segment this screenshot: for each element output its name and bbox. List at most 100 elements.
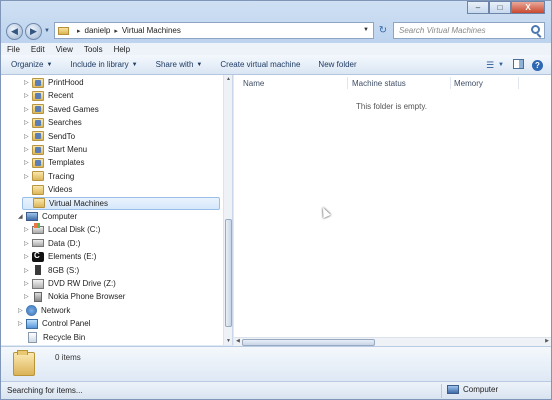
scrollbar-thumb[interactable]: [225, 219, 232, 327]
expand-arrow-icon[interactable]: ▷: [24, 119, 32, 126]
tree-item[interactable]: ▷ Templates: [24, 156, 84, 169]
menu-view[interactable]: View: [56, 45, 73, 54]
expand-arrow-icon[interactable]: ▷: [24, 106, 32, 113]
expand-arrow-icon[interactable]: ▷: [24, 240, 32, 247]
search-icon[interactable]: [531, 25, 540, 34]
forward-button[interactable]: ▶: [25, 23, 42, 40]
tree-item[interactable]: ◢ Computer: [18, 210, 77, 223]
new-folder-button[interactable]: New folder: [318, 60, 356, 69]
organize-button[interactable]: Organize ▼: [11, 60, 52, 69]
tree-item-label: Recycle Bin: [43, 332, 86, 342]
expand-arrow-icon[interactable]: ▷: [24, 146, 32, 153]
system-drive-icon: [32, 222, 44, 234]
search-input[interactable]: Search Virtual Machines: [393, 22, 545, 39]
menu-edit[interactable]: Edit: [31, 45, 45, 54]
tree-item[interactable]: ▷ Tracing: [24, 170, 74, 183]
tree-item-label: Network: [41, 305, 71, 315]
status-zone-label: Computer: [463, 385, 499, 394]
preview-pane-button[interactable]: [513, 59, 524, 71]
tree-item-label: Tracing: [48, 171, 75, 181]
tree-item[interactable]: ▷ Start Menu: [24, 143, 87, 156]
column-header-machine-status[interactable]: Machine status: [352, 79, 406, 88]
menu-file[interactable]: File: [7, 45, 20, 54]
navigation-pane[interactable]: ▲ ▼ ▷ PrintHood ▷ Recent ▷ Saved Games ▷ Search…: [1, 75, 233, 345]
tree-item[interactable]: ▷ Control Panel: [18, 317, 90, 330]
maximize-button[interactable]: □: [489, 1, 511, 14]
column-header-memory[interactable]: Memory: [454, 79, 483, 88]
change-view-icon[interactable]: ☰: [483, 59, 497, 71]
preview-pane-icon: [513, 59, 524, 69]
expand-arrow-icon[interactable]: ▷: [18, 320, 26, 327]
tree-item[interactable]: ▷ 8GB (S:): [24, 264, 79, 277]
tree-item[interactable]: ▷ DVD RW Drive (Z:): [24, 277, 116, 290]
scroll-left-icon[interactable]: ◀: [236, 338, 240, 344]
tree-item-label: Searches: [48, 118, 82, 128]
recent-pages-dropdown[interactable]: ▼: [44, 28, 50, 34]
back-button[interactable]: ◀: [6, 23, 23, 40]
computer-icon: [26, 212, 38, 221]
chevron-right-icon[interactable]: ▸: [77, 27, 81, 35]
folder-icon: [13, 350, 35, 376]
expand-arrow-icon[interactable]: ▷: [24, 92, 32, 99]
minimize-button[interactable]: –: [467, 1, 489, 14]
expand-arrow-icon[interactable]: ▷: [24, 133, 32, 140]
tree-item[interactable]: ▷ Saved Games: [24, 103, 99, 116]
scroll-up-icon[interactable]: ▲: [224, 76, 232, 82]
column-divider[interactable]: [347, 77, 348, 89]
tree-item[interactable]: ▷ Network: [18, 304, 70, 317]
file-list[interactable]: Name Machine status Memory This folder i…: [234, 75, 551, 346]
tree-item[interactable]: ▷ Searches: [24, 116, 82, 129]
scrollbar-thumb[interactable]: [242, 339, 375, 346]
tree-item[interactable]: ▷ Elements (E:): [24, 250, 96, 263]
share-with-button[interactable]: Share with ▼: [156, 60, 203, 69]
expand-arrow-icon[interactable]: ▷: [24, 173, 32, 180]
tree-item[interactable]: Videos: [24, 183, 72, 196]
tree-item-label: SendTo: [48, 131, 76, 141]
breadcrumb-current[interactable]: Virtual Machines: [122, 26, 181, 35]
tree-item[interactable]: Recycle Bin: [18, 331, 85, 344]
expand-arrow-icon[interactable]: ▷: [24, 267, 32, 274]
view-options-dropdown-icon[interactable]: ▼: [497, 59, 505, 71]
column-divider[interactable]: [518, 77, 519, 89]
expand-arrow-icon[interactable]: ▷: [24, 293, 32, 300]
address-dropdown-icon[interactable]: ▼: [363, 27, 369, 33]
tree-item[interactable]: Virtual Machines: [22, 196, 220, 210]
expand-arrow-icon[interactable]: ▷: [24, 159, 32, 166]
chevron-right-icon[interactable]: ▸: [114, 27, 118, 35]
horizontal-scrollbar[interactable]: ◀ ▶: [234, 337, 551, 346]
expand-arrow-icon[interactable]: ▷: [24, 226, 32, 233]
tree-item[interactable]: ▷ Recent: [24, 89, 73, 102]
tree-item[interactable]: ▷ Data (D:): [24, 237, 80, 250]
include-in-library-button[interactable]: Include in library ▼: [70, 60, 137, 69]
expand-arrow-icon[interactable]: ▷: [24, 253, 32, 260]
close-button[interactable]: X: [511, 1, 545, 14]
tree-item-label: Templates: [48, 158, 85, 168]
menu-tools[interactable]: Tools: [84, 45, 103, 54]
tree-item[interactable]: ▷ SendTo: [24, 130, 75, 143]
help-button[interactable]: ?: [532, 59, 543, 71]
navigation-scrollbar[interactable]: ▲ ▼: [223, 75, 232, 345]
expand-arrow-icon[interactable]: ▷: [24, 280, 32, 287]
column-divider[interactable]: [450, 77, 451, 89]
tree-item-label: Elements (E:): [48, 252, 97, 262]
menu-help[interactable]: Help: [114, 45, 130, 54]
folder-special-icon: [32, 90, 44, 101]
scroll-down-icon[interactable]: ▼: [224, 338, 232, 344]
tree-item[interactable]: ▷ Nokia Phone Browser: [24, 290, 125, 303]
tree-item-label: Data (D:): [48, 238, 81, 248]
tree-item[interactable]: ▷ Local Disk (C:): [24, 222, 100, 236]
expand-arrow-icon[interactable]: ▷: [24, 79, 32, 86]
column-header-name[interactable]: Name: [243, 79, 264, 88]
expand-arrow-icon[interactable]: ▷: [18, 307, 26, 314]
menu-bar: File Edit View Tools Help: [1, 43, 551, 55]
scroll-right-icon[interactable]: ▶: [545, 338, 549, 344]
expanded-arrow-icon[interactable]: ◢: [18, 213, 26, 220]
folder-icon: [32, 184, 44, 195]
folder-special-icon: [32, 144, 44, 155]
create-virtual-machine-button[interactable]: Create virtual machine: [220, 60, 300, 69]
address-bar[interactable]: ▸ danielp ▸ Virtual Machines ▼: [54, 22, 374, 39]
status-divider: [441, 384, 442, 398]
breadcrumb-user[interactable]: danielp: [85, 26, 111, 35]
refresh-button[interactable]: ↻: [376, 22, 390, 39]
tree-item[interactable]: ▷ PrintHood: [24, 76, 84, 89]
